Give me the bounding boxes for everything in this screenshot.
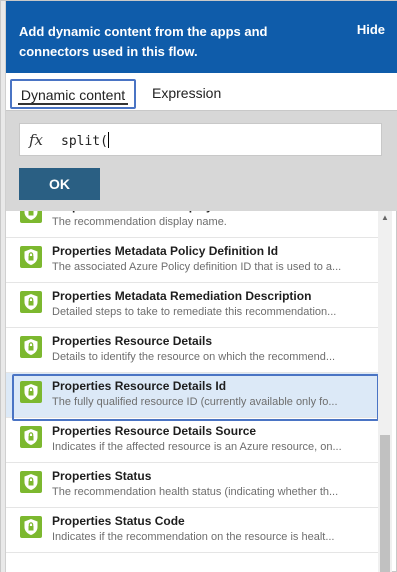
text-caret xyxy=(107,132,109,148)
list-scrollbar[interactable]: ▲ xyxy=(378,211,392,572)
hide-button[interactable]: Hide xyxy=(357,22,385,37)
list-item-description: The fully qualified resource ID (current… xyxy=(52,396,338,408)
dynamic-content-panel: Add dynamic content from the apps and co… xyxy=(0,0,397,572)
list-item-title: Properties Resource Details xyxy=(52,334,213,348)
scroll-up-arrow-icon[interactable]: ▲ xyxy=(378,211,392,225)
dynamic-content-list: Properties Metadata Display Name The reco… xyxy=(6,211,378,572)
expression-text-wrapper: split( xyxy=(61,132,109,149)
header-message: Add dynamic content from the apps and co… xyxy=(19,24,268,59)
security-center-icon xyxy=(20,291,42,313)
list-item-description: Indicates if the affected resource is an… xyxy=(52,441,342,453)
tab-bar: Dynamic content Expression xyxy=(6,73,397,111)
list-item-description: Details to identify the resource on whic… xyxy=(52,351,336,363)
list-item[interactable]: Properties Resource Details Details to id… xyxy=(6,328,378,373)
expression-editor: fx split( OK xyxy=(6,111,397,211)
list-item-title: Properties Metadata Policy Definition Id xyxy=(52,244,279,258)
list-item[interactable]: Properties Status The recommendation heal… xyxy=(6,463,378,508)
list-item[interactable]: Properties Status Code Indicates if the r… xyxy=(6,508,378,553)
list-item-description: The recommendation display name. xyxy=(52,216,227,228)
list-item-description: The associated Azure Policy definition I… xyxy=(52,261,342,273)
list-item-description: The recommendation health status (indica… xyxy=(52,486,339,498)
security-center-icon xyxy=(20,516,42,538)
list-item[interactable]: Properties Metadata Policy Definition Id… xyxy=(6,238,378,283)
list-item[interactable]: Properties Metadata Remediation Descript… xyxy=(6,283,378,328)
list-inner: Properties Metadata Display Name The reco… xyxy=(6,211,378,553)
scrollbar-thumb[interactable] xyxy=(380,435,390,572)
list-item-title: Properties Status xyxy=(52,469,152,483)
security-center-icon xyxy=(20,426,42,448)
list-item-title: Properties Metadata Display Name xyxy=(52,211,370,213)
list-item-title: Properties Status Code xyxy=(52,514,185,528)
tab-expression[interactable]: Expression xyxy=(152,79,221,109)
expression-input[interactable]: fx split( xyxy=(19,123,382,156)
list-item-title: Properties Metadata Remediation Descript… xyxy=(52,289,312,303)
panel-header: Add dynamic content from the apps and co… xyxy=(6,1,397,73)
tab-dynamic-content[interactable]: Dynamic content xyxy=(10,79,136,109)
list-item[interactable]: Properties Resource Details Id The fully … xyxy=(6,373,378,418)
security-center-icon xyxy=(20,471,42,493)
list-item[interactable]: Properties Resource Details Source Indica… xyxy=(6,418,378,463)
list-item[interactable]: Properties Metadata Display Name The reco… xyxy=(6,211,378,238)
security-center-icon xyxy=(20,211,42,223)
list-item-title: Properties Resource Details Source xyxy=(52,424,257,438)
security-center-icon xyxy=(20,381,42,403)
list-item-description: Detailed steps to take to remediate this… xyxy=(52,306,337,318)
list-item-title: Properties Resource Details Id xyxy=(52,379,227,393)
ok-button[interactable]: OK xyxy=(19,168,100,200)
list-item-description: Indicates if the recommendation on the r… xyxy=(52,531,335,543)
security-center-icon xyxy=(20,336,42,358)
security-center-icon xyxy=(20,246,42,268)
fx-icon: fx xyxy=(29,131,44,149)
expression-text: split( xyxy=(61,134,108,149)
